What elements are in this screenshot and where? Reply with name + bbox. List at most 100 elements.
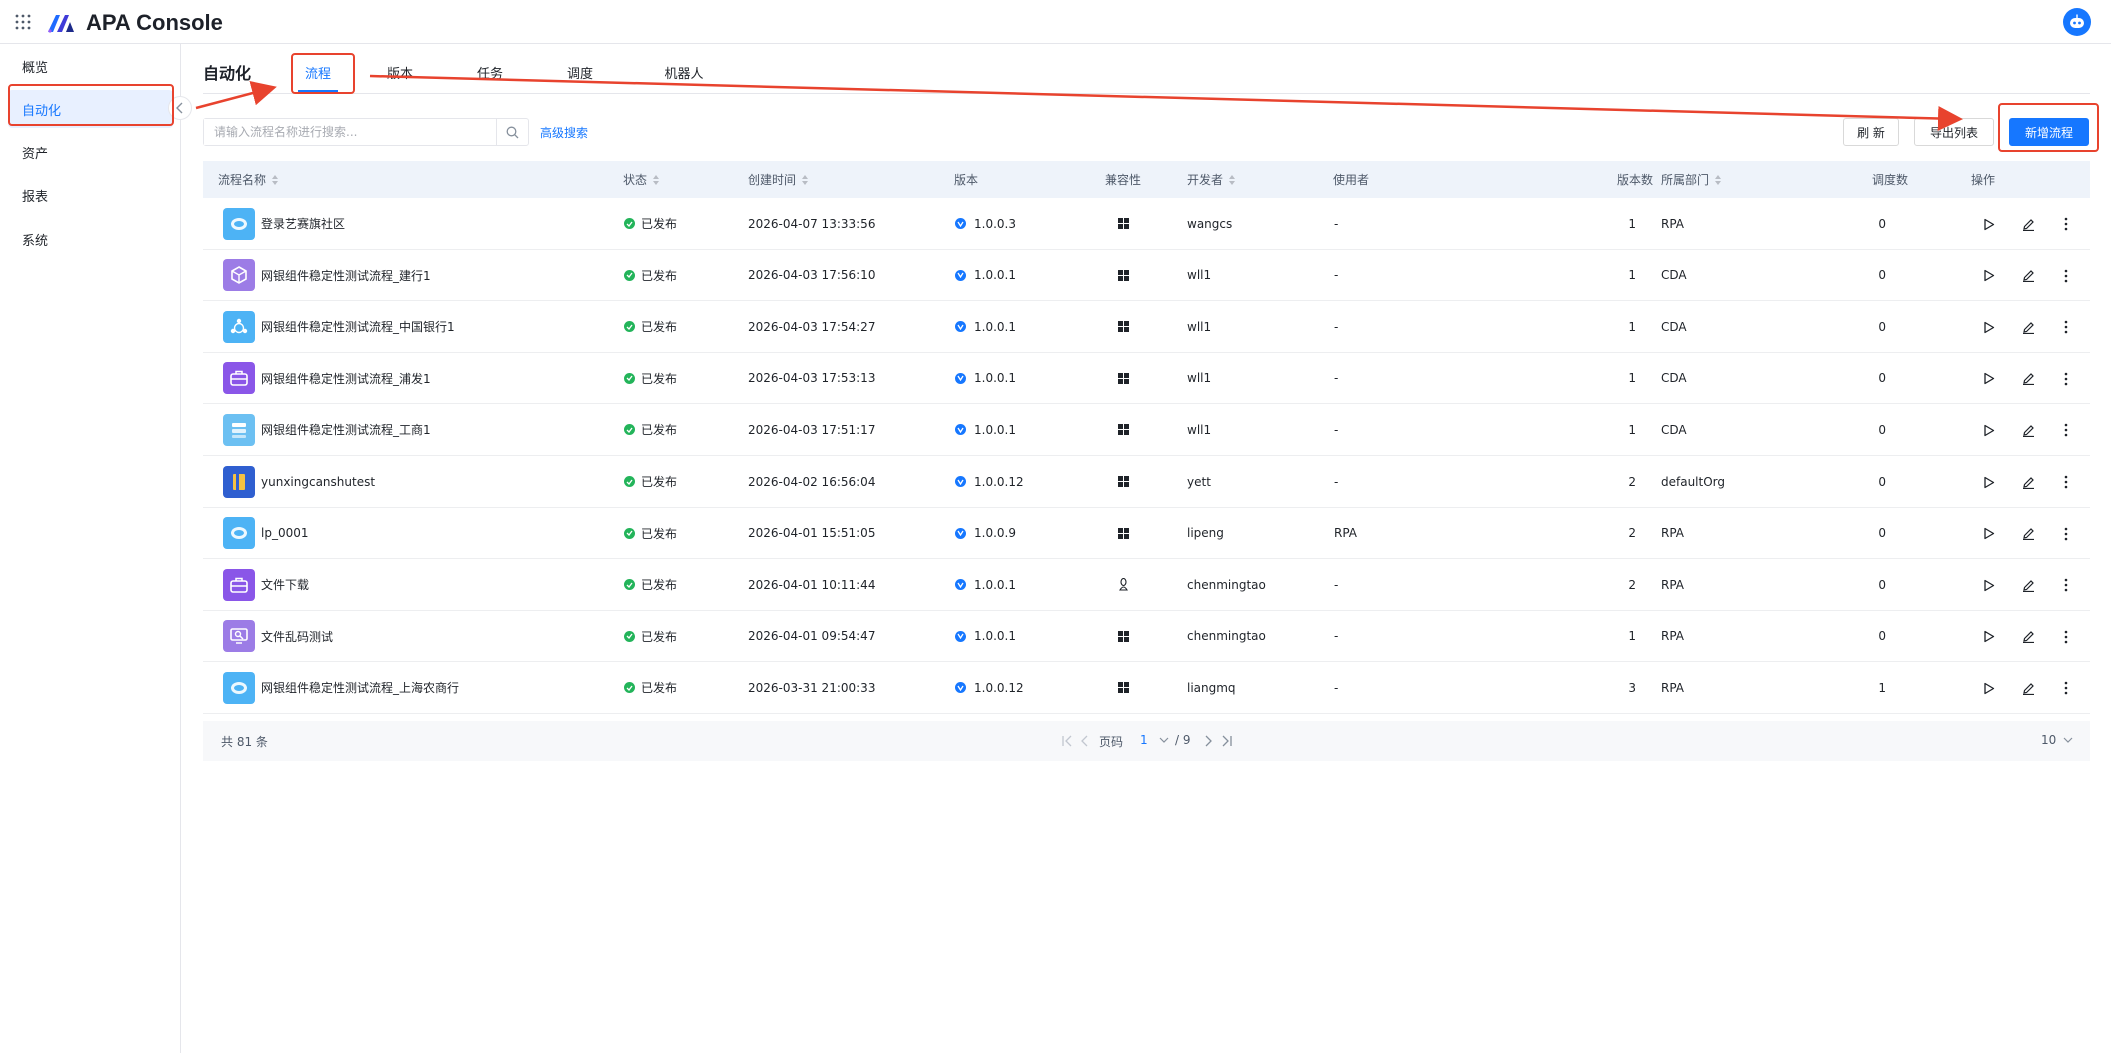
- sidebar-item-overview[interactable]: 概览: [8, 47, 173, 85]
- process-name[interactable]: 网银组件稳定性测试流程_建行1: [261, 267, 431, 284]
- process-name-cell[interactable]: lp_0001: [223, 508, 309, 559]
- process-name[interactable]: 网银组件稳定性测试流程_工商1: [261, 421, 431, 438]
- chevron-down-icon[interactable]: [1159, 736, 1169, 744]
- version-text: 1.0.0.12: [974, 680, 1024, 695]
- process-name[interactable]: lp_0001: [261, 526, 309, 540]
- more-icon[interactable]: [2057, 576, 2075, 594]
- sort-icon[interactable]: [272, 174, 279, 185]
- more-icon[interactable]: [2057, 267, 2075, 285]
- first-page-icon[interactable]: [1061, 735, 1073, 747]
- edit-icon[interactable]: [2019, 318, 2037, 336]
- more-icon[interactable]: [2057, 525, 2075, 543]
- column-header-name[interactable]: 流程名称: [218, 161, 279, 198]
- process-name[interactable]: yunxingcanshutest: [261, 475, 375, 489]
- edit-icon[interactable]: [2019, 525, 2037, 543]
- page-size[interactable]: 10: [2041, 733, 2056, 747]
- tab-version[interactable]: 版本: [380, 52, 420, 92]
- table-row[interactable]: 网银组件稳定性测试流程_工商1 已发布 2026-04-03 17:51:17 …: [203, 404, 2090, 456]
- edit-icon[interactable]: [2019, 473, 2037, 491]
- more-icon[interactable]: [2057, 370, 2075, 388]
- edit-icon[interactable]: [2019, 215, 2037, 233]
- more-icon[interactable]: [2057, 473, 2075, 491]
- advanced-search-link[interactable]: 高级搜索: [540, 124, 588, 141]
- run-icon[interactable]: [1980, 679, 1998, 697]
- sidebar-collapse-button[interactable]: [168, 96, 192, 120]
- run-icon[interactable]: [1980, 628, 1998, 646]
- table-row[interactable]: 登录艺赛旗社区 已发布 2026-04-07 13:33:56 1.0.0.3 …: [203, 198, 2090, 250]
- process-name-cell[interactable]: 文件下载: [223, 559, 309, 610]
- tab-robot[interactable]: 机器人: [656, 52, 712, 92]
- column-header-status[interactable]: 状态: [623, 161, 660, 198]
- sidebar-item-automation[interactable]: 自动化: [8, 90, 173, 128]
- table-row[interactable]: yunxingcanshutest 已发布 2026-04-02 16:56:0…: [203, 456, 2090, 508]
- edit-icon[interactable]: [2019, 628, 2037, 646]
- process-name[interactable]: 网银组件稳定性测试流程_中国银行1: [261, 318, 455, 335]
- edit-icon[interactable]: [2019, 370, 2037, 388]
- sort-icon[interactable]: [802, 174, 809, 185]
- next-page-icon[interactable]: [1203, 735, 1213, 747]
- search-button[interactable]: [496, 119, 528, 145]
- new-process-button[interactable]: 新增流程: [2009, 118, 2089, 146]
- table-row[interactable]: lp_0001 已发布 2026-04-01 15:51:05 1.0.0.9 …: [203, 508, 2090, 560]
- run-icon[interactable]: [1980, 318, 1998, 336]
- process-name-cell[interactable]: 登录艺赛旗社区: [223, 198, 345, 249]
- app-logo[interactable]: APA Console: [46, 10, 223, 36]
- run-icon[interactable]: [1980, 473, 1998, 491]
- edit-icon[interactable]: [2019, 421, 2037, 439]
- more-icon[interactable]: [2057, 215, 2075, 233]
- edit-icon[interactable]: [2019, 267, 2037, 285]
- run-icon[interactable]: [1980, 267, 1998, 285]
- process-name[interactable]: 文件下载: [261, 576, 309, 593]
- process-name[interactable]: 登录艺赛旗社区: [261, 215, 345, 232]
- table-row[interactable]: 文件乱码测试 已发布 2026-04-01 09:54:47 1.0.0.1 c…: [203, 611, 2090, 663]
- process-name[interactable]: 网银组件稳定性测试流程_上海农商行: [261, 679, 459, 696]
- table-row[interactable]: 网银组件稳定性测试流程_上海农商行 已发布 2026-03-31 21:00:3…: [203, 662, 2090, 714]
- process-name-cell[interactable]: 文件乱码测试: [223, 611, 333, 662]
- table-row[interactable]: 网银组件稳定性测试流程_浦发1 已发布 2026-04-03 17:53:13 …: [203, 353, 2090, 405]
- table-row[interactable]: 网银组件稳定性测试流程_建行1 已发布 2026-04-03 17:56:10 …: [203, 250, 2090, 302]
- last-page-icon[interactable]: [1221, 735, 1233, 747]
- more-icon[interactable]: [2057, 421, 2075, 439]
- app-grid-icon[interactable]: [14, 13, 32, 31]
- search-input[interactable]: [204, 119, 496, 145]
- refresh-button[interactable]: 刷 新: [1843, 118, 1899, 146]
- sidebar-item-assets[interactable]: 资产: [8, 133, 173, 171]
- sidebar-item-system[interactable]: 系统: [8, 220, 173, 258]
- table-row[interactable]: 网银组件稳定性测试流程_中国银行1 已发布 2026-04-03 17:54:2…: [203, 301, 2090, 353]
- more-icon[interactable]: [2057, 679, 2075, 697]
- process-name-cell[interactable]: 网银组件稳定性测试流程_工商1: [223, 404, 431, 455]
- sort-icon[interactable]: [1229, 174, 1236, 185]
- more-icon[interactable]: [2057, 318, 2075, 336]
- edit-icon[interactable]: [2019, 576, 2037, 594]
- column-header-developer[interactable]: 开发者: [1187, 161, 1236, 198]
- tab-process[interactable]: 流程: [290, 52, 346, 92]
- process-name-cell[interactable]: 网银组件稳定性测试流程_上海农商行: [223, 662, 459, 713]
- column-header-created[interactable]: 创建时间: [748, 161, 809, 198]
- user-avatar[interactable]: [2063, 8, 2091, 36]
- run-icon[interactable]: [1980, 421, 1998, 439]
- process-name-cell[interactable]: yunxingcanshutest: [223, 456, 375, 507]
- sort-icon[interactable]: [653, 174, 660, 185]
- tab-schedule[interactable]: 调度: [560, 52, 600, 92]
- table-row[interactable]: 文件下载 已发布 2026-04-01 10:11:44 1.0.0.1 che…: [203, 559, 2090, 611]
- more-icon[interactable]: [2057, 628, 2075, 646]
- process-name-cell[interactable]: 网银组件稳定性测试流程_中国银行1: [223, 301, 455, 352]
- prev-page-icon[interactable]: [1080, 735, 1090, 747]
- check-circle-icon: [624, 630, 635, 642]
- process-name[interactable]: 文件乱码测试: [261, 628, 333, 645]
- run-icon[interactable]: [1980, 370, 1998, 388]
- edit-icon[interactable]: [2019, 679, 2037, 697]
- column-header-dept[interactable]: 所属部门: [1661, 161, 1722, 198]
- process-name-cell[interactable]: 网银组件稳定性测试流程_建行1: [223, 250, 431, 301]
- sort-icon[interactable]: [1715, 174, 1722, 185]
- run-icon[interactable]: [1980, 576, 1998, 594]
- process-name-cell[interactable]: 网银组件稳定性测试流程_浦发1: [223, 353, 431, 404]
- current-page[interactable]: 1: [1140, 733, 1148, 747]
- sidebar-item-reports[interactable]: 报表: [8, 176, 173, 214]
- export-list-button[interactable]: 导出列表: [1914, 118, 1994, 146]
- run-icon[interactable]: [1980, 215, 1998, 233]
- process-name[interactable]: 网银组件稳定性测试流程_浦发1: [261, 370, 431, 387]
- run-icon[interactable]: [1980, 525, 1998, 543]
- tab-task[interactable]: 任务: [470, 52, 510, 92]
- page-size-chevron-icon[interactable]: [2063, 736, 2073, 744]
